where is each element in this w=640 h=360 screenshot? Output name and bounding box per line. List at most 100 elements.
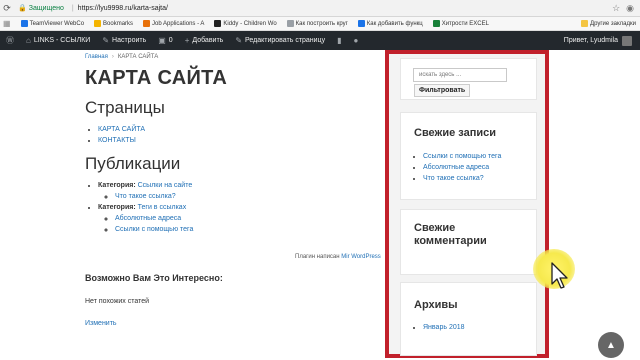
post-link[interactable]: Абсолютные адреса — [115, 215, 181, 222]
bookmark-label: Job Applications - A — [152, 20, 205, 27]
bookmark-favicon — [143, 20, 151, 27]
bookmark-label: Bookmarks — [103, 20, 134, 27]
list-item: Ссылки с помощью тега — [115, 224, 385, 235]
site-name-link[interactable]: ⌂ LINKS - ССЫЛКИ — [20, 31, 96, 50]
category-posts: Абсолютные адреса Ссылки с помощью тега — [115, 213, 385, 235]
bookmark-label: Хитрости EXCEL — [441, 20, 489, 27]
avatar — [622, 35, 632, 46]
pencil-icon: ✎ — [235, 36, 243, 45]
page-link[interactable]: КАРТА САЙТА — [98, 126, 145, 133]
page-link[interactable]: КОНТАКТЫ — [98, 137, 136, 144]
add-new-label: Добавить — [192, 37, 224, 44]
account-menu[interactable]: Привет, Lyudmila — [563, 35, 640, 46]
bookmark-item[interactable]: Job Applications - A — [140, 20, 204, 27]
wordpress-icon: Ⓦ — [6, 36, 14, 45]
edit-link[interactable]: Изменить — [85, 320, 117, 327]
bookmark-favicon — [357, 20, 365, 27]
list-item: КОНТАКТЫ — [98, 135, 385, 146]
list-item: Абсолютные адреса — [423, 162, 501, 173]
bookmark-item[interactable]: Хитрости EXCEL — [430, 20, 489, 27]
recent-post-link[interactable]: Что такое ссылка? — [423, 175, 484, 182]
recent-post-link[interactable]: Абсолютные адреса — [423, 164, 489, 171]
address-bar: ⟳ 🔒 Защищено | https://lyu9998.ru/karta-sa… — [0, 0, 640, 17]
breadcrumb-home-link[interactable]: Главная — [85, 54, 108, 60]
wp-admin-bar: Ⓦ ⌂ LINKS - ССЫЛКИ ✎ Настроить ▣ 0 + Добавит… — [0, 31, 640, 50]
wordpress-logo[interactable]: Ⓦ — [0, 31, 20, 50]
bookmark-item[interactable]: Как построить круг — [284, 20, 348, 27]
category-link[interactable]: Теги в ссылках — [138, 204, 187, 211]
archives-list: Январь 2018 — [423, 322, 465, 333]
list-item: Январь 2018 — [423, 322, 465, 333]
greeting-label: Привет, Lyudmila — [563, 37, 618, 44]
post-link[interactable]: Ссылки с помощью тега — [115, 226, 193, 233]
category-posts: Что такое ссылка? — [115, 191, 385, 202]
post-link[interactable]: Что такое ссылка? — [115, 193, 176, 200]
page-title: КАРТА САЙТА — [85, 67, 228, 89]
archives-title: Архивы — [414, 299, 458, 311]
category-prefix: Категория: — [98, 204, 136, 211]
pages-heading: Страницы — [85, 98, 165, 117]
categories-list: Категория: Ссылки на сайте Что такое ссы… — [98, 180, 385, 235]
recent-comments-title: Свежие комментарии — [414, 222, 487, 247]
pages-list: КАРТА САЙТА КОНТАКТЫ — [98, 124, 385, 146]
comments-link[interactable]: ▣ 0 — [152, 31, 178, 50]
bookmark-item[interactable]: Kiddy - Children Wo — [211, 20, 277, 27]
plugin-credit: Плагин написан Mir WordPress — [295, 254, 381, 260]
arrow-up-icon: ▲ — [606, 339, 616, 351]
url-path: /karta-sajta/ — [131, 4, 168, 12]
url-divider: | — [71, 4, 74, 12]
edit-page-link[interactable]: ✎ Редактировать страницу — [229, 31, 331, 50]
bookmark-favicon — [432, 20, 440, 27]
add-new-link[interactable]: + Добавить — [179, 31, 230, 50]
mouse-cursor-icon — [551, 262, 568, 289]
url-field[interactable]: | https://lyu9998.ru/karta-sajta/ — [68, 5, 168, 12]
customize-link[interactable]: ✎ Настроить — [96, 31, 152, 50]
bookmark-label: Как построить круг — [295, 20, 348, 27]
star-icon[interactable]: ☆ — [612, 3, 620, 14]
bookmark-favicon — [20, 20, 28, 27]
chart-icon: ▮ — [337, 36, 342, 45]
posts-heading: Публикации — [85, 154, 181, 173]
list-item: Абсолютные адреса — [115, 213, 385, 224]
archives-widget: Архивы Январь 2018 — [400, 282, 537, 356]
bookmark-item[interactable]: Bookmarks — [91, 20, 133, 27]
list-item: Ссылки с помощью тега — [423, 151, 501, 162]
search-button[interactable]: Фильтровать — [414, 84, 471, 97]
recent-post-link[interactable]: Ссылки с помощью тега — [423, 153, 501, 160]
category-prefix: Категория: — [98, 182, 136, 189]
archive-link[interactable]: Январь 2018 — [423, 324, 465, 331]
extension-icon[interactable]: ◉ — [626, 3, 634, 14]
status-dot[interactable]: ● — [348, 31, 365, 50]
breadcrumb: Главная › КАРТА САЙТА — [85, 54, 385, 60]
comment-icon: ▣ — [158, 36, 166, 45]
breadcrumb-separator: › — [111, 54, 114, 60]
brush-icon: ✎ — [102, 36, 110, 45]
related-heading: Возможно Вам Это Интересно: — [85, 273, 223, 283]
bookmark-item[interactable]: TeamViewer WebCo — [18, 20, 84, 27]
lock-icon: 🔒 — [18, 5, 27, 12]
bookmark-label: TeamViewer WebCo — [29, 20, 85, 27]
toolbar-actions: ☆ ◉ — [612, 3, 634, 14]
other-bookmarks[interactable]: Другие закладки — [578, 20, 636, 27]
plugin-author-link[interactable]: Mir WordPress — [341, 254, 381, 260]
category-link[interactable]: Ссылки на сайте — [138, 182, 193, 189]
apps-icon[interactable]: ▦ — [0, 19, 11, 28]
bookmark-label: Kiddy - Children Wo — [223, 20, 277, 27]
main-content: Главная › КАРТА САЙТА КАРТА САЙТА Страницы… — [85, 52, 385, 235]
bookmark-favicon — [214, 20, 222, 27]
scroll-to-top-button[interactable]: ▲ — [598, 332, 624, 358]
bookmark-item[interactable]: Как добавить функц — [355, 20, 423, 27]
recent-posts-title: Свежие записи — [414, 127, 496, 139]
no-related-text: Нет похожих статей — [85, 298, 150, 305]
list-item: Что такое ссылка? — [423, 173, 501, 184]
reload-icon[interactable]: ⟳ — [0, 1, 14, 15]
recent-posts-widget: Свежие записи Ссылки с помощью тега Абсо… — [400, 112, 537, 200]
search-input[interactable]: искать здесь ... — [413, 68, 507, 82]
list-item: Что такое ссылка? — [115, 191, 385, 202]
bookmark-favicon — [94, 20, 102, 27]
plugin-credit-text: Плагин написан — [295, 254, 340, 260]
site-name-label: LINKS - ССЫЛКИ — [33, 37, 91, 44]
stats-link[interactable]: ▮ — [331, 31, 347, 50]
edit-page-label: Редактировать страницу — [245, 37, 326, 44]
secure-indicator[interactable]: 🔒 Защищено — [18, 4, 64, 13]
